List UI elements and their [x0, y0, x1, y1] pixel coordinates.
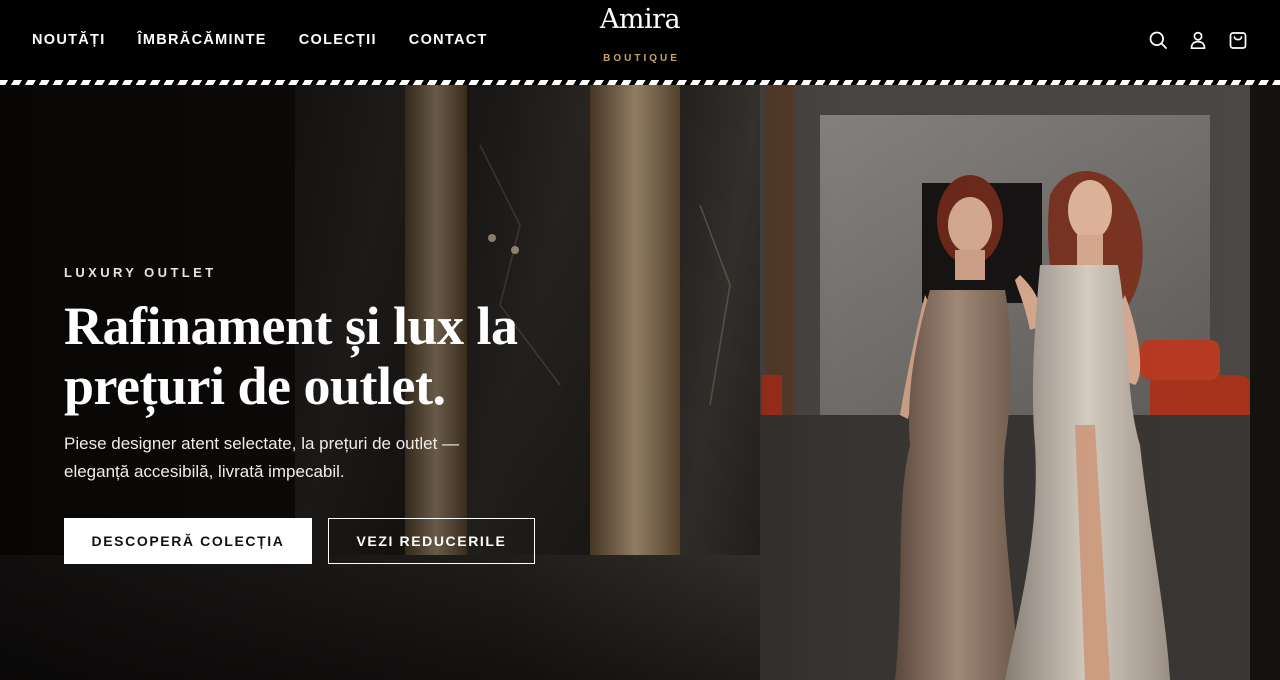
- headline-line-2: prețuri de outlet.: [64, 356, 446, 416]
- account-icon[interactable]: [1188, 30, 1208, 50]
- logo-name: Amira: [599, 4, 681, 35]
- hero-banner: LUXURY OUTLET Rafinament și lux la prețu…: [0, 85, 1280, 680]
- nav-imbracaminte[interactable]: ÎMBRĂCĂMINTE: [138, 31, 267, 49]
- search-icon[interactable]: [1148, 30, 1168, 50]
- headline-line-1: Rafinament și lux la: [64, 296, 518, 356]
- main-nav: NOUTĂȚI ÎMBRĂCĂMINTE COLECȚII CONTACT: [32, 31, 488, 49]
- hero-subline: Piese designer atent selectate, la prețu…: [64, 430, 504, 486]
- hero-ctas: DESCOPERĂ COLECȚIA VEZI REDUCERILE: [64, 518, 624, 564]
- logo-subtitle: BOUTIQUE: [603, 53, 680, 64]
- hero-eyebrow: LUXURY OUTLET: [64, 265, 217, 280]
- subline-line-2: eleganță accesibilă, livrată impecabil.: [64, 462, 345, 481]
- hero-headline: Rafinament și lux la prețuri de outlet.: [64, 296, 624, 416]
- header-actions: [1148, 30, 1248, 50]
- nav-colectii[interactable]: COLECȚII: [299, 31, 377, 49]
- discover-collection-button[interactable]: DESCOPERĂ COLECȚIA: [64, 518, 312, 564]
- cart-icon[interactable]: [1228, 30, 1248, 50]
- nav-noutati[interactable]: NOUTĂȚI: [32, 31, 106, 49]
- site-header: NOUTĂȚI ÎMBRĂCĂMINTE COLECȚII CONTACT Am…: [0, 0, 1280, 80]
- nav-contact[interactable]: CONTACT: [409, 31, 488, 49]
- subline-line-1: Piese designer atent selectate, la prețu…: [64, 434, 460, 453]
- view-discounts-button[interactable]: VEZI REDUCERILE: [328, 518, 535, 564]
- hero-content: LUXURY OUTLET Rafinament și lux la prețu…: [64, 265, 624, 564]
- brand-logo[interactable]: Amira BOUTIQUE: [540, 4, 740, 65]
